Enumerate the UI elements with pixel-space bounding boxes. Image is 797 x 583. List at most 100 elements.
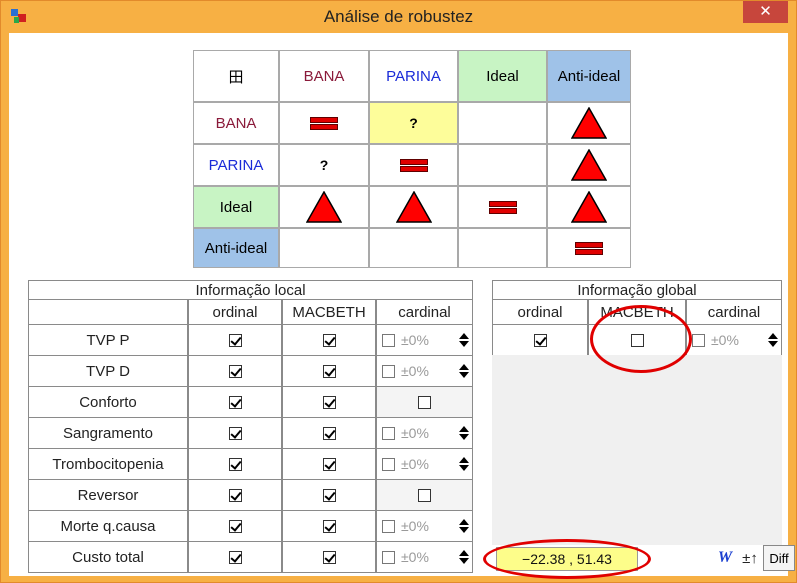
matrix-corner-grid-icon: 田	[193, 50, 279, 102]
ordinal-checkbox[interactable]	[228, 395, 242, 409]
matrix-cell[interactable]	[279, 186, 369, 228]
client-area: 田 BANA PARINA Ideal Anti-ideal BANA? PARINA? Id…	[9, 33, 795, 579]
local-macbeth-cell	[282, 510, 376, 542]
local-cardinal-cell: ±0%	[376, 417, 473, 449]
matrix-row-header[interactable]: PARINA	[193, 144, 279, 186]
matrix-cell[interactable]	[458, 102, 547, 144]
matrix-cell[interactable]	[547, 144, 631, 186]
red-triangle-icon	[571, 149, 607, 181]
red-triangle-icon	[571, 191, 607, 223]
matrix-cell[interactable]	[458, 144, 547, 186]
macbeth-checkbox[interactable]	[322, 457, 336, 471]
local-row-label: Morte q.causa	[28, 510, 188, 542]
cardinal-checkbox[interactable]	[382, 457, 395, 471]
global-col-header: cardinal	[686, 299, 782, 325]
cardinal-spinner: ±0%	[377, 449, 472, 479]
local-row-label: Trombocitopenia	[28, 448, 188, 480]
matrix-cell[interactable]	[458, 186, 547, 228]
word-export-button[interactable]: W	[713, 545, 737, 571]
cardinal-percent: ±0%	[401, 425, 429, 441]
matrix-cell[interactable]	[547, 186, 631, 228]
local-col-header: ordinal	[188, 299, 282, 325]
title-bar: Análise de robustez ✕	[1, 1, 796, 33]
matrix-cell[interactable]	[279, 102, 369, 144]
cardinal-spinner: ±0%	[377, 511, 472, 541]
spin-arrows-icon[interactable]	[459, 550, 469, 564]
cardinal-spinner: ±0%	[377, 325, 472, 355]
spin-arrows-icon[interactable]	[459, 457, 469, 471]
ordinal-checkbox[interactable]	[228, 426, 242, 440]
ordinal-checkbox[interactable]	[228, 550, 242, 564]
local-cardinal-cell	[376, 479, 473, 511]
cardinal-spinner: ±0%	[377, 418, 472, 448]
cardinal-spinner: ±0%	[377, 356, 472, 386]
global-cardinal-cell: ±0%	[686, 324, 782, 356]
matrix-cell[interactable]: ?	[279, 144, 369, 186]
local-ordinal-cell	[188, 417, 282, 449]
cardinal-percent: ±0%	[401, 518, 429, 534]
ordinal-checkbox[interactable]	[228, 457, 242, 471]
close-button[interactable]: ✕	[743, 1, 788, 23]
local-col-header: MACBETH	[282, 299, 376, 325]
local-ordinal-cell	[188, 510, 282, 542]
cardinal-checkbox[interactable]	[382, 519, 395, 533]
local-cardinal-cell: ±0%	[376, 510, 473, 542]
local-row-label: Sangramento	[28, 417, 188, 449]
highlight-ellipse-macbeth	[590, 305, 692, 373]
spin-arrows-icon[interactable]	[459, 426, 469, 440]
matrix-cell[interactable]: ?	[369, 102, 458, 144]
matrix-col-header[interactable]: Ideal	[458, 50, 547, 102]
ordinal-checkbox[interactable]	[228, 488, 242, 502]
matrix-row-header[interactable]: Anti-ideal	[193, 228, 279, 268]
local-cardinal-cell: ±0%	[376, 324, 473, 356]
question-mark: ?	[409, 115, 418, 131]
cardinal-checkbox[interactable]	[692, 333, 705, 347]
spin-arrows-icon[interactable]	[768, 333, 778, 347]
matrix-cell[interactable]	[369, 144, 458, 186]
matrix-row-header[interactable]: BANA	[193, 102, 279, 144]
local-macbeth-cell	[282, 355, 376, 387]
cardinal-checkbox[interactable]	[382, 364, 395, 378]
equal-sign-icon	[488, 200, 517, 214]
diff-button[interactable]: Diff	[763, 545, 795, 571]
global-ordinal-checkbox[interactable]	[533, 333, 547, 347]
ordinal-checkbox[interactable]	[228, 519, 242, 533]
ordinal-checkbox[interactable]	[228, 333, 242, 347]
local-macbeth-cell	[282, 386, 376, 418]
spin-arrows-icon[interactable]	[459, 364, 469, 378]
matrix-cell[interactable]	[279, 228, 369, 268]
matrix-cell[interactable]	[547, 228, 631, 268]
cardinal-checkbox[interactable]	[382, 333, 395, 347]
ordinal-checkbox[interactable]	[228, 364, 242, 378]
local-header-blank	[28, 299, 188, 325]
local-row-label: TVP P	[28, 324, 188, 356]
macbeth-checkbox[interactable]	[322, 426, 336, 440]
macbeth-checkbox[interactable]	[322, 550, 336, 564]
spin-arrows-icon[interactable]	[459, 333, 469, 347]
local-ordinal-cell	[188, 479, 282, 511]
macbeth-checkbox[interactable]	[322, 519, 336, 533]
macbeth-checkbox[interactable]	[322, 488, 336, 502]
macbeth-checkbox[interactable]	[322, 333, 336, 347]
matrix-col-header[interactable]: Anti-ideal	[547, 50, 631, 102]
matrix-cell[interactable]	[369, 186, 458, 228]
matrix-row-header[interactable]: Ideal	[193, 186, 279, 228]
cardinal-checkbox[interactable]	[382, 426, 395, 440]
red-triangle-icon	[571, 107, 607, 139]
local-info-title: Informação local	[28, 280, 473, 300]
equal-sign-icon	[575, 241, 603, 255]
plusminus-button[interactable]: ±↑	[737, 545, 763, 571]
matrix-col-header[interactable]: PARINA	[369, 50, 458, 102]
spin-arrows-icon[interactable]	[459, 519, 469, 533]
matrix-cell[interactable]	[547, 102, 631, 144]
macbeth-checkbox[interactable]	[322, 364, 336, 378]
cardinal-checkbox[interactable]	[382, 550, 395, 564]
global-ordinal-cell	[492, 324, 588, 356]
matrix-cell[interactable]	[458, 228, 547, 268]
cardinal-disabled	[418, 395, 431, 409]
matrix-col-header[interactable]: BANA	[279, 50, 369, 102]
macbeth-checkbox[interactable]	[322, 395, 336, 409]
local-col-header: cardinal	[376, 299, 473, 325]
cardinal-percent: ±0%	[401, 332, 429, 348]
matrix-cell[interactable]	[369, 228, 458, 268]
